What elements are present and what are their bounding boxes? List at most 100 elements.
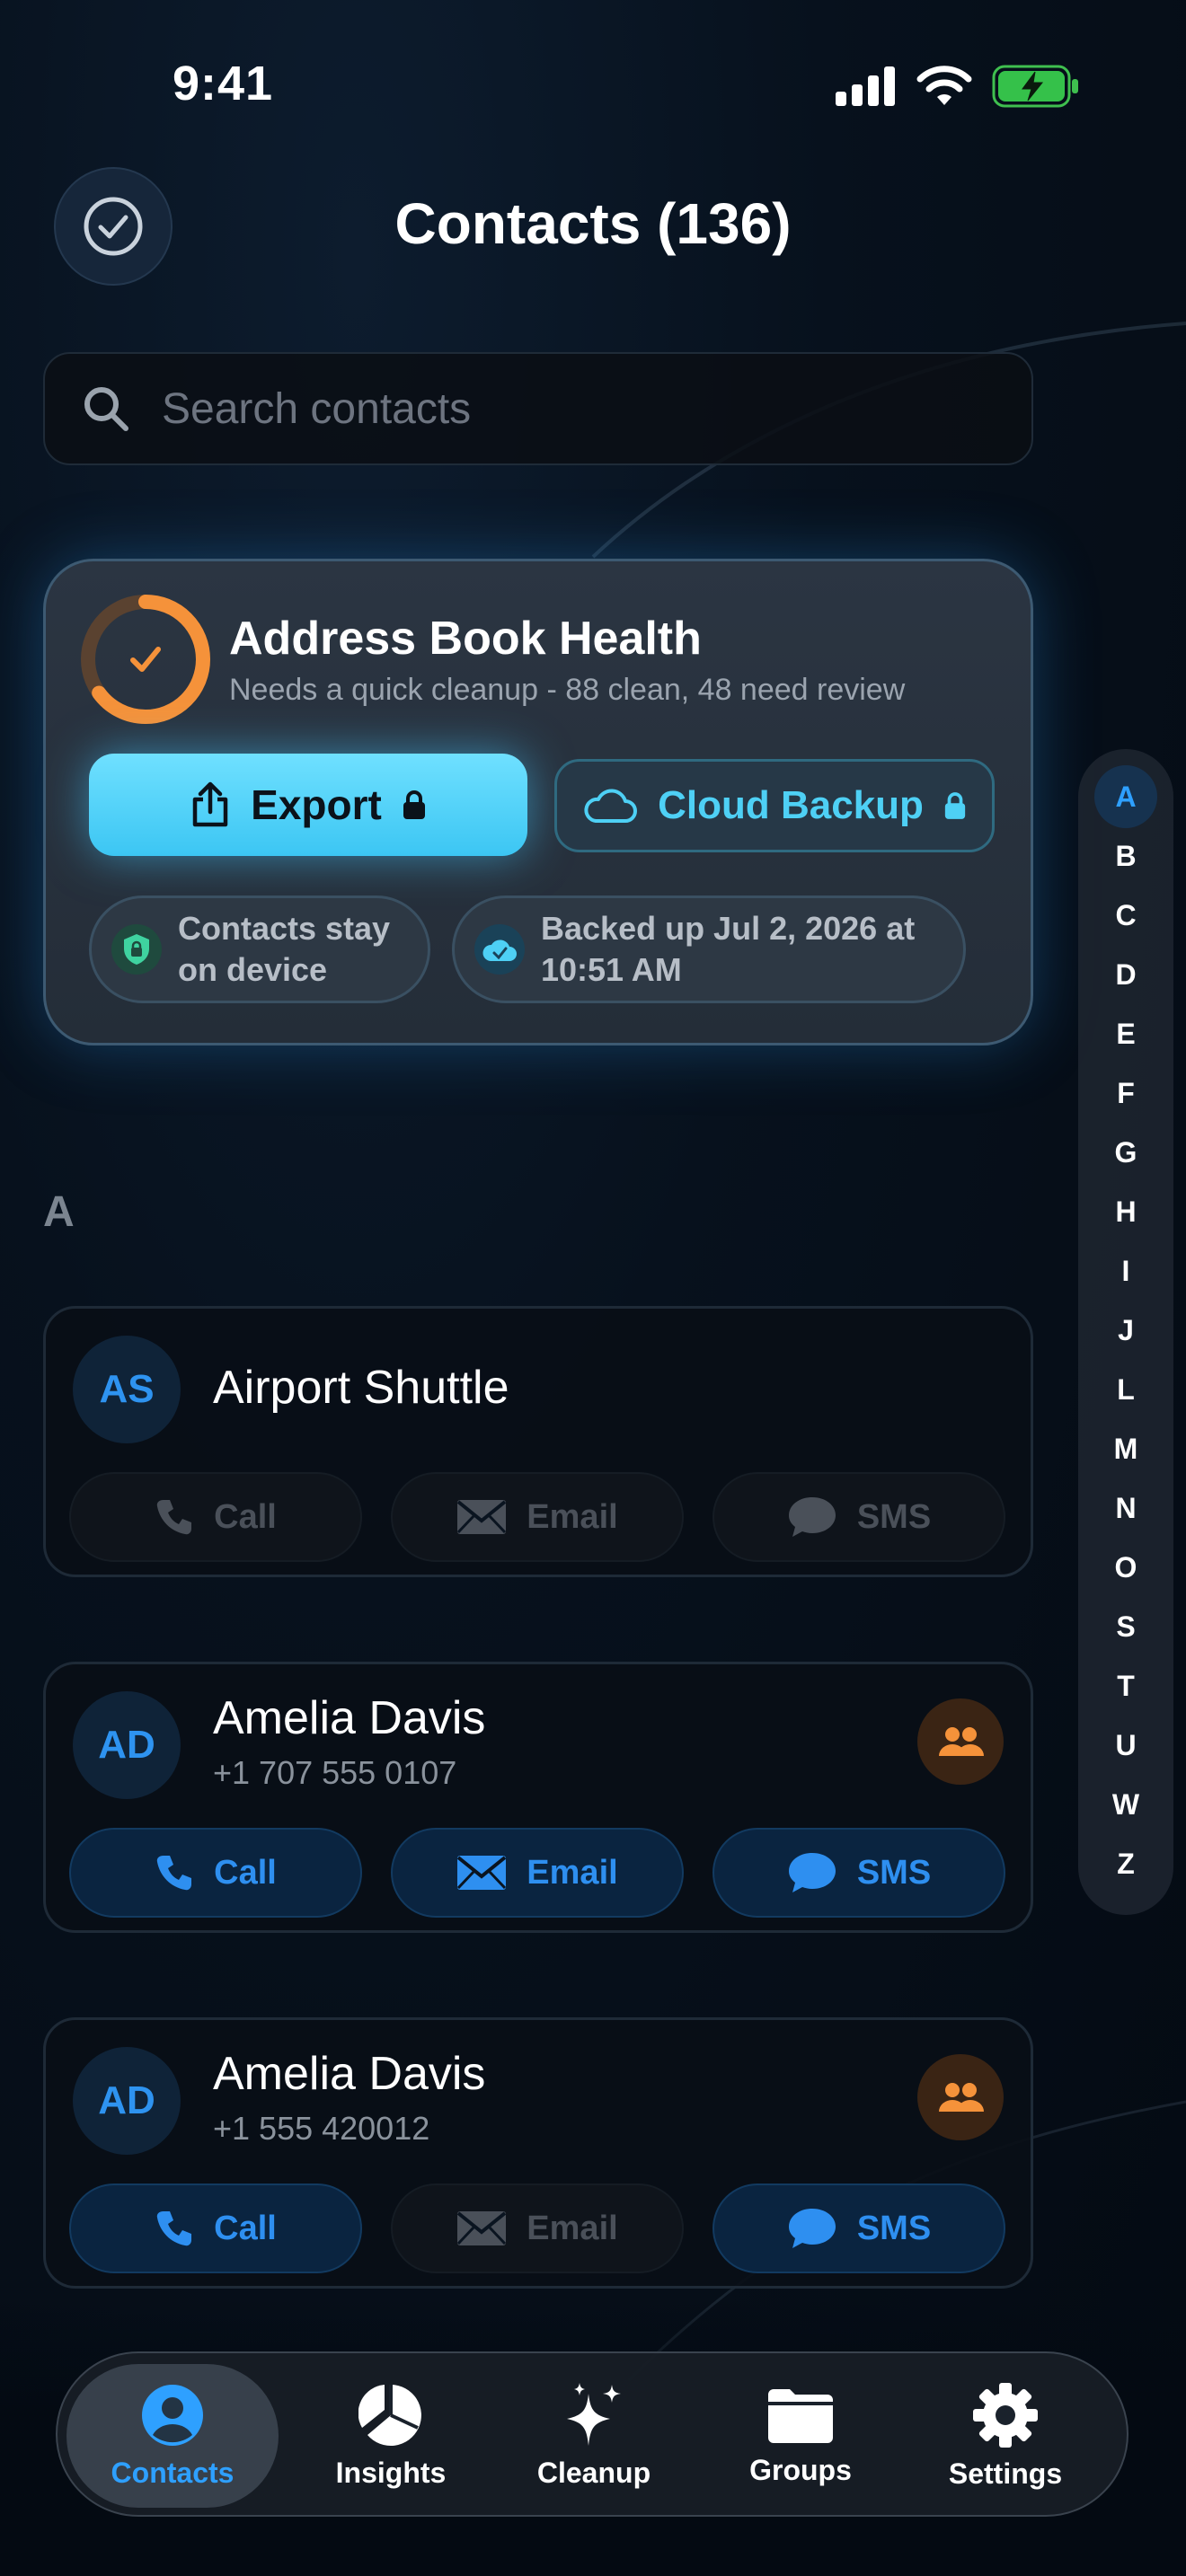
index-letter-a[interactable]: A <box>1078 765 1173 828</box>
sms-label: SMS <box>856 1853 932 1892</box>
index-letter-l[interactable]: L <box>1078 1360 1173 1419</box>
tab-label-contacts: Contacts <box>111 2456 235 2489</box>
contact-name[interactable]: Airport Shuttle <box>213 1361 509 1415</box>
index-letter-g[interactable]: G <box>1078 1123 1173 1182</box>
group-icon <box>939 2083 984 2112</box>
status-bar: 9:41 <box>0 0 1186 171</box>
gear-icon <box>973 2382 1038 2448</box>
sparkles-icon <box>567 2382 621 2446</box>
index-letter-i[interactable]: I <box>1078 1241 1173 1301</box>
contact-name[interactable]: Amelia Davis <box>213 1691 485 1745</box>
lock-icon <box>403 790 425 819</box>
envelope-icon <box>457 1856 507 1890</box>
index-letter-t[interactable]: T <box>1078 1656 1173 1716</box>
index-letter-d[interactable]: D <box>1078 945 1173 1004</box>
sms-button[interactable]: SMS <box>712 1828 1005 1918</box>
call-button[interactable]: Call <box>69 2183 362 2273</box>
message-bubble-icon <box>788 1853 836 1892</box>
call-button[interactable]: Call <box>69 1828 362 1918</box>
index-letter-w[interactable]: W <box>1078 1775 1173 1834</box>
tab-bar: Contacts Insights Cleanup Groups Setting… <box>56 2351 1128 2517</box>
sms-label: SMS <box>856 2209 932 2247</box>
contact-name[interactable]: Amelia Davis <box>213 2047 485 2101</box>
export-label: Export <box>251 781 382 828</box>
privacy-pill: Contacts stay on device <box>89 895 430 1003</box>
contact-card[interactable]: AD Amelia Davis +1 555 420012 Call Email… <box>43 2017 1033 2289</box>
email-label: Email <box>527 1853 618 1892</box>
signal-icon <box>836 66 895 106</box>
share-icon <box>192 781 228 827</box>
contact-phone: +1 555 420012 <box>213 2110 430 2147</box>
shield-lock-icon <box>111 924 162 975</box>
sms-button[interactable]: SMS <box>712 1472 1005 1562</box>
call-label: Call <box>214 2209 277 2247</box>
index-letter-c[interactable]: C <box>1078 886 1173 945</box>
contact-phone: +1 707 555 0107 <box>213 1754 457 1791</box>
tab-label-groups: Groups <box>749 2453 852 2486</box>
section-header-letter: A <box>43 1188 75 1236</box>
email-label: Email <box>527 1497 618 1536</box>
call-label: Call <box>214 1853 277 1892</box>
health-title: Address Book Health <box>229 613 702 665</box>
privacy-line-2: on device <box>178 951 328 988</box>
page-title: Contacts (136) <box>394 191 792 256</box>
cloud-check-icon <box>474 924 525 975</box>
contact-card[interactable]: AS Airport Shuttle Call Email SMS <box>43 1306 1033 1577</box>
person-circle-icon <box>142 2384 203 2446</box>
avatar: AS <box>73 1336 181 1443</box>
tab-label-settings: Settings <box>948 2457 1063 2490</box>
index-letter-f[interactable]: F <box>1078 1063 1173 1123</box>
tab-settings[interactable]: Settings <box>902 2353 1109 2519</box>
wifi-icon <box>916 66 972 105</box>
envelope-icon <box>457 1500 507 1534</box>
health-progress-ring <box>81 595 210 724</box>
status-time: 9:41 <box>173 57 274 110</box>
group-badge[interactable] <box>917 2054 1004 2140</box>
phone-icon <box>156 1856 192 1891</box>
address-book-health-card: Address Book Health Needs a quick cleanu… <box>43 559 1033 1045</box>
email-button[interactable]: Email <box>391 2183 684 2273</box>
search-input[interactable] <box>162 384 970 434</box>
index-letter-n[interactable]: N <box>1078 1478 1173 1538</box>
index-letter-z[interactable]: Z <box>1078 1834 1173 1893</box>
index-letter-u[interactable]: U <box>1078 1716 1173 1775</box>
cloud-backup-button[interactable]: Cloud Backup <box>554 759 995 852</box>
backup-line-1: Backed up Jul 2, 2026 at <box>541 910 916 947</box>
call-label: Call <box>214 1497 277 1536</box>
tab-cleanup[interactable]: Cleanup <box>491 2353 697 2519</box>
index-letter-e[interactable]: E <box>1078 1004 1173 1063</box>
message-bubble-icon <box>788 2209 836 2248</box>
tab-contacts[interactable]: Contacts <box>66 2364 279 2508</box>
folder-icon <box>768 2388 833 2443</box>
avatar: AD <box>73 2047 181 2155</box>
checkmark-icon <box>130 647 161 672</box>
alphabet-index[interactable]: ABCDEFGHIJLMNOSTUWZ <box>1078 749 1173 1915</box>
index-letter-m[interactable]: M <box>1078 1419 1173 1478</box>
index-letter-o[interactable]: O <box>1078 1538 1173 1597</box>
tab-insights[interactable]: Insights <box>288 2353 494 2519</box>
email-button[interactable]: Email <box>391 1828 684 1918</box>
health-subtitle: Needs a quick cleanup - 88 clean, 48 nee… <box>229 673 906 707</box>
call-button[interactable]: Call <box>69 1472 362 1562</box>
privacy-line-1: Contacts stay <box>178 910 391 947</box>
pie-chart-icon <box>358 2384 421 2446</box>
message-bubble-icon <box>788 1497 836 1537</box>
sms-button[interactable]: SMS <box>712 2183 1005 2273</box>
export-button[interactable]: Export <box>89 754 527 856</box>
index-letter-s[interactable]: S <box>1078 1597 1173 1656</box>
search-bar[interactable] <box>43 352 1033 465</box>
email-label: Email <box>527 2209 618 2247</box>
cloud-icon <box>584 789 638 823</box>
index-letter-h[interactable]: H <box>1078 1182 1173 1241</box>
index-letter-j[interactable]: J <box>1078 1301 1173 1360</box>
lock-icon <box>944 792 966 819</box>
tab-groups[interactable]: Groups <box>697 2353 904 2519</box>
cloud-backup-label: Cloud Backup <box>658 783 924 827</box>
envelope-icon <box>457 2211 507 2245</box>
contact-card[interactable]: AD Amelia Davis +1 707 555 0107 Call Ema… <box>43 1662 1033 1933</box>
backup-line-2: 10:51 AM <box>541 951 682 988</box>
tab-label-cleanup: Cleanup <box>536 2456 651 2489</box>
email-button[interactable]: Email <box>391 1472 684 1562</box>
group-badge[interactable] <box>917 1698 1004 1785</box>
index-letter-b[interactable]: B <box>1078 826 1173 886</box>
